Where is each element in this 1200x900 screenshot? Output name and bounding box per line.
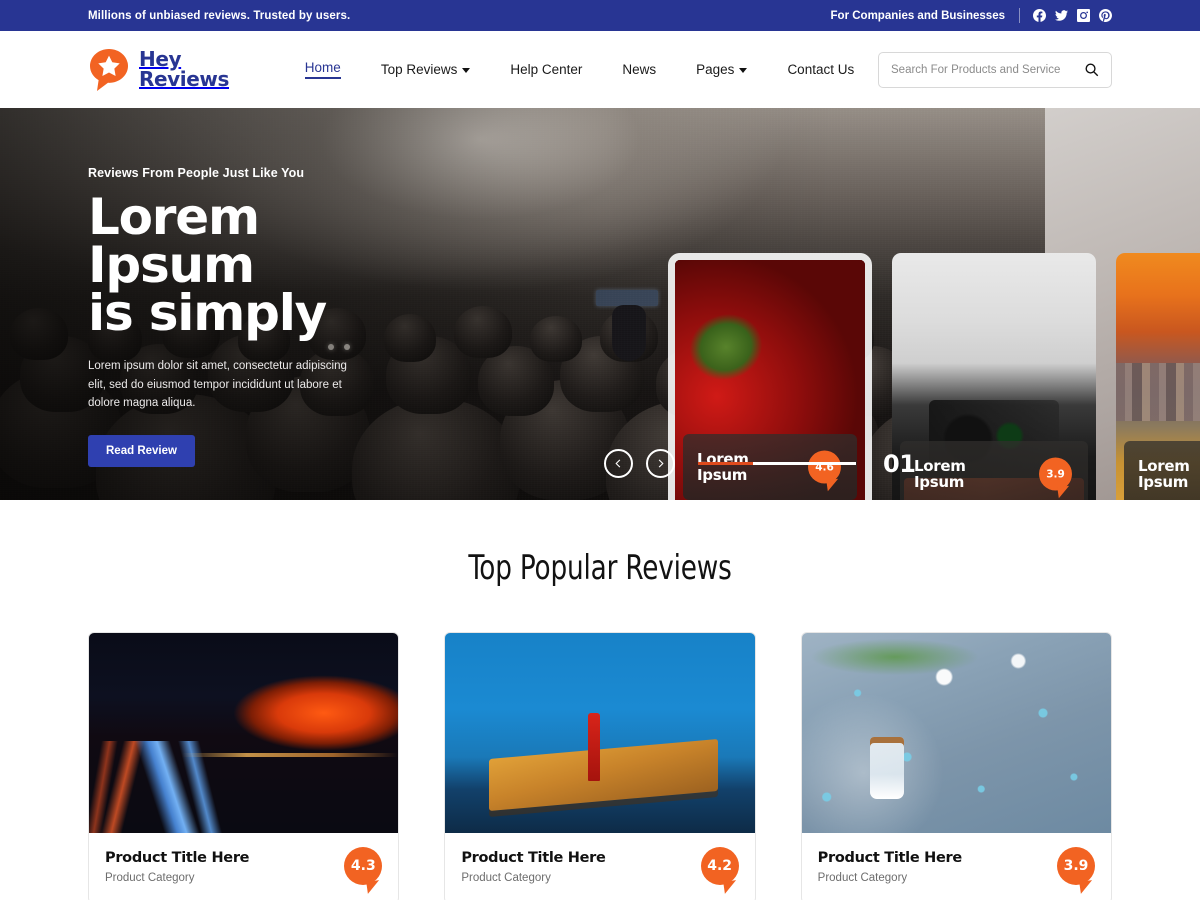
- carousel-progress-track[interactable]: [698, 462, 856, 465]
- nav-item-news[interactable]: News: [602, 62, 676, 77]
- product-card-body: Product Title Here Product Category 4.2: [445, 833, 754, 900]
- nav-item-pages[interactable]: Pages: [676, 62, 767, 77]
- product-category: Product Category: [461, 872, 738, 884]
- carousel-slide-number: 01: [883, 450, 915, 478]
- carousel-controls: 01: [604, 449, 915, 478]
- product-category: Product Category: [105, 872, 382, 884]
- product-card-body: Product Title Here Product Category 3.9: [802, 833, 1111, 900]
- rating-badge: 3.9: [1039, 458, 1072, 491]
- hero-description: Lorem ipsum dolor sit amet, consectetur …: [88, 357, 350, 413]
- night-stadium-light-trails-photo: [89, 633, 398, 833]
- top-popular-reviews-section: Top Popular Reviews Product Title Here P…: [0, 500, 1200, 900]
- hero-card-title-line-2: Ipsum: [914, 473, 964, 491]
- brand-line-2: Reviews: [139, 67, 229, 91]
- product-title: Product Title Here: [461, 850, 738, 866]
- announcement-tagline: Millions of unbiased reviews. Trusted by…: [88, 10, 350, 22]
- carousel-prev-button[interactable]: [604, 449, 633, 478]
- chevron-down-icon: [462, 68, 470, 73]
- main-nav: Home Top Reviews Help Center News Pages …: [281, 60, 878, 79]
- product-card[interactable]: Product Title Here Product Category 3.9: [801, 632, 1112, 900]
- hero-card-title-line-2: Ipsum: [1138, 473, 1188, 491]
- nav-label: Home: [305, 60, 341, 79]
- spa-bottles-flowers-photo: [802, 633, 1111, 833]
- nav-item-help-center[interactable]: Help Center: [490, 62, 602, 77]
- pinterest-icon[interactable]: [1099, 9, 1112, 22]
- nav-label: Contact Us: [787, 62, 854, 77]
- product-title: Product Title Here: [105, 850, 382, 866]
- announcement-bar: Millions of unbiased reviews. Trusted by…: [0, 0, 1200, 31]
- product-title: Product Title Here: [818, 850, 1095, 866]
- hero-card-caption: Lorem Ipsum: [1124, 441, 1200, 500]
- cafe-table-blue-wall-photo: [445, 633, 754, 833]
- product-card-body: Product Title Here Product Category 4.3: [89, 833, 398, 900]
- facebook-icon[interactable]: [1033, 9, 1046, 22]
- read-review-button[interactable]: Read Review: [88, 435, 195, 467]
- hero-title: Lorem Ipsum is simply: [88, 193, 418, 337]
- brand-logo[interactable]: Hey Reviews: [88, 47, 229, 93]
- instagram-icon[interactable]: [1077, 9, 1090, 22]
- nav-label: News: [622, 62, 656, 77]
- chevron-down-icon: [739, 68, 747, 73]
- hero-kicker: Reviews From People Just Like You: [88, 166, 418, 180]
- hero-card-caption: Lorem Ipsum 3.9: [900, 441, 1088, 500]
- social-links: [1033, 9, 1112, 22]
- rating-badge: 4.2: [701, 847, 739, 885]
- product-category: Product Category: [818, 872, 1095, 884]
- product-card[interactable]: Product Title Here Product Category 4.3: [88, 632, 399, 900]
- twitter-icon[interactable]: [1055, 9, 1068, 22]
- nav-label: Top Reviews: [381, 62, 458, 77]
- search-box[interactable]: [878, 52, 1112, 88]
- for-companies-link[interactable]: For Companies and Businesses: [831, 10, 1005, 22]
- search-input[interactable]: [891, 64, 1084, 76]
- announcement-bar-right: For Companies and Businesses: [831, 8, 1112, 23]
- nav-item-home[interactable]: Home: [285, 60, 361, 79]
- nav-item-contact-us[interactable]: Contact Us: [767, 62, 874, 77]
- hero-copy: Reviews From People Just Like You Lorem …: [88, 166, 418, 467]
- section-heading: Top Popular Reviews: [84, 548, 1116, 588]
- chevron-right-icon: [655, 458, 666, 469]
- nav-label: Help Center: [510, 62, 582, 77]
- product-card[interactable]: Product Title Here Product Category 4.2: [444, 632, 755, 900]
- nav-label: Pages: [696, 62, 734, 77]
- chevron-left-icon: [613, 458, 624, 469]
- site-header: Hey Reviews Home Top Reviews Help Center…: [0, 31, 1200, 108]
- hero-card-title: Lorem Ipsum: [914, 458, 966, 490]
- product-cards-row: Product Title Here Product Category 4.3 …: [0, 588, 1200, 900]
- speech-bubble-star-icon: [88, 47, 134, 93]
- hero-carousel: Reviews From People Just Like You Lorem …: [0, 108, 1200, 500]
- hero-card-title: Lorem Ipsum: [1138, 458, 1190, 490]
- hero-card[interactable]: Lorem Ipsum: [1116, 253, 1200, 500]
- search-icon[interactable]: [1084, 62, 1099, 77]
- hero-title-line-2: is simply: [88, 284, 326, 342]
- brand-name: Hey Reviews: [139, 50, 229, 89]
- carousel-progress-fill: [698, 462, 753, 465]
- carousel-next-button[interactable]: [646, 449, 675, 478]
- rating-badge: 3.9: [1057, 847, 1095, 885]
- divider: [1019, 8, 1020, 23]
- hero-title-line-1: Lorem Ipsum: [88, 188, 259, 294]
- hero-card[interactable]: Lorem Ipsum 3.9: [892, 253, 1096, 500]
- nav-item-top-reviews[interactable]: Top Reviews: [361, 62, 491, 77]
